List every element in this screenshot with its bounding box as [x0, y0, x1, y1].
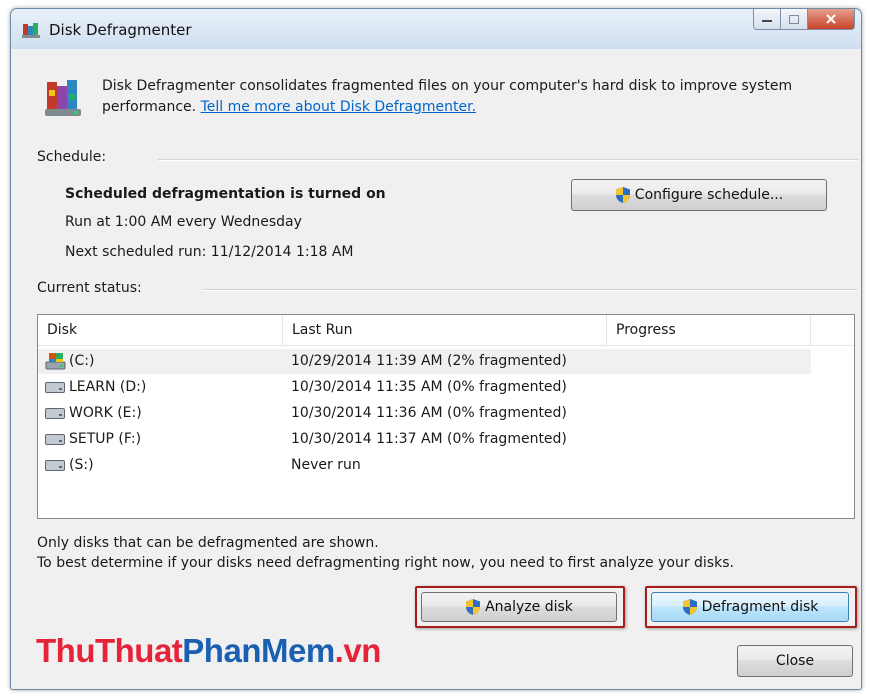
disk-last-run: 10/30/2014 11:37 AM (0% fragmented)	[291, 431, 567, 447]
hard-drive-icon	[45, 382, 65, 393]
window-title: Disk Defragmenter	[49, 21, 192, 39]
disk-last-run: 10/30/2014 11:35 AM (0% fragmented)	[291, 379, 567, 395]
disk-last-run: 10/29/2014 11:39 AM (2% fragmented)	[291, 353, 567, 369]
note-defragmentable-only: Only disks that can be defragmented are …	[37, 535, 379, 551]
watermark-part3: .vn	[334, 632, 382, 669]
dialog-body: Disk Defragmenter consolidates fragmente…	[23, 51, 859, 687]
hard-drive-icon	[45, 408, 65, 419]
uac-shield-icon	[466, 599, 481, 615]
current-status-group-label: Current status:	[37, 280, 142, 296]
defrag-app-icon	[22, 23, 40, 38]
disk-name: (S:)	[69, 457, 94, 473]
note-analyze-first: To best determine if your disks need def…	[37, 555, 734, 571]
disk-row-d[interactable]: LEARN (D:) 10/30/2014 11:35 AM (0% fragm…	[38, 375, 811, 400]
current-status-divider	[203, 289, 858, 291]
column-header-disk[interactable]: Disk	[38, 315, 283, 345]
disk-list-header: Disk Last Run Progress	[38, 315, 854, 346]
close-window-button[interactable]	[808, 9, 855, 30]
disk-name: LEARN (D:)	[69, 379, 147, 395]
disk-name: SETUP (F:)	[69, 431, 142, 447]
schedule-group-label: Schedule:	[37, 149, 107, 165]
defragment-disk-label: Defragment disk	[701, 599, 819, 615]
column-header-progress[interactable]: Progress	[607, 315, 811, 345]
watermark-part1: ThuThuat	[36, 632, 183, 669]
column-header-last-run[interactable]: Last Run	[283, 315, 607, 345]
schedule-divider	[158, 159, 858, 161]
defragmenter-icon	[45, 80, 81, 116]
defragment-disk-button[interactable]: Defragment disk	[651, 592, 849, 622]
minimize-button[interactable]	[753, 9, 781, 30]
schedule-status: Scheduled defragmentation is turned on	[65, 186, 386, 202]
next-scheduled-run: Next scheduled run: 11/12/2014 1:18 AM	[65, 244, 354, 260]
maximize-button[interactable]	[781, 9, 808, 30]
hard-drive-icon	[45, 434, 65, 445]
uac-shield-icon	[615, 187, 630, 203]
watermark-part2: PhanMem	[182, 632, 335, 669]
schedule-run-at: Run at 1:00 AM every Wednesday	[65, 214, 302, 230]
analyze-disk-button[interactable]: Analyze disk	[421, 592, 617, 622]
caption-buttons	[753, 9, 855, 31]
uac-shield-icon	[682, 599, 697, 615]
close-button[interactable]: Close	[737, 645, 853, 677]
close-button-label: Close	[775, 653, 815, 669]
maximize-icon	[789, 14, 799, 24]
description: Disk Defragmenter consolidates fragmente…	[102, 76, 822, 118]
disk-defragmenter-window: Disk Defragmenter Disk Defragmenter cons…	[10, 8, 862, 690]
disk-last-run: Never run	[291, 457, 361, 473]
disk-last-run: 10/30/2014 11:36 AM (0% fragmented)	[291, 405, 567, 421]
analyze-disk-label: Analyze disk	[485, 599, 573, 615]
disk-row-s[interactable]: (S:) Never run	[38, 453, 811, 478]
disk-row-f[interactable]: SETUP (F:) 10/30/2014 11:37 AM (0% fragm…	[38, 427, 811, 452]
minimize-icon	[762, 20, 772, 22]
disk-name: (C:)	[69, 353, 95, 369]
title-bar[interactable]: Disk Defragmenter	[11, 9, 861, 49]
configure-schedule-label: Configure schedule...	[634, 187, 784, 203]
system-drive-icon	[45, 353, 66, 370]
learn-more-link[interactable]: Tell me more about Disk Defragmenter.	[201, 99, 477, 115]
watermark-logo: ThuThuatPhanMem.vn	[36, 632, 381, 670]
disk-name: WORK (E:)	[69, 405, 142, 421]
hard-drive-icon	[45, 460, 65, 471]
close-icon	[826, 14, 836, 24]
disk-row-e[interactable]: WORK (E:) 10/30/2014 11:36 AM (0% fragme…	[38, 401, 811, 426]
disk-list[interactable]: Disk Last Run Progress (C:) 10/29/2014 1…	[37, 314, 855, 519]
configure-schedule-button[interactable]: Configure schedule...	[571, 179, 827, 211]
disk-row-c[interactable]: (C:) 10/29/2014 11:39 AM (2% fragmented)	[38, 349, 811, 374]
